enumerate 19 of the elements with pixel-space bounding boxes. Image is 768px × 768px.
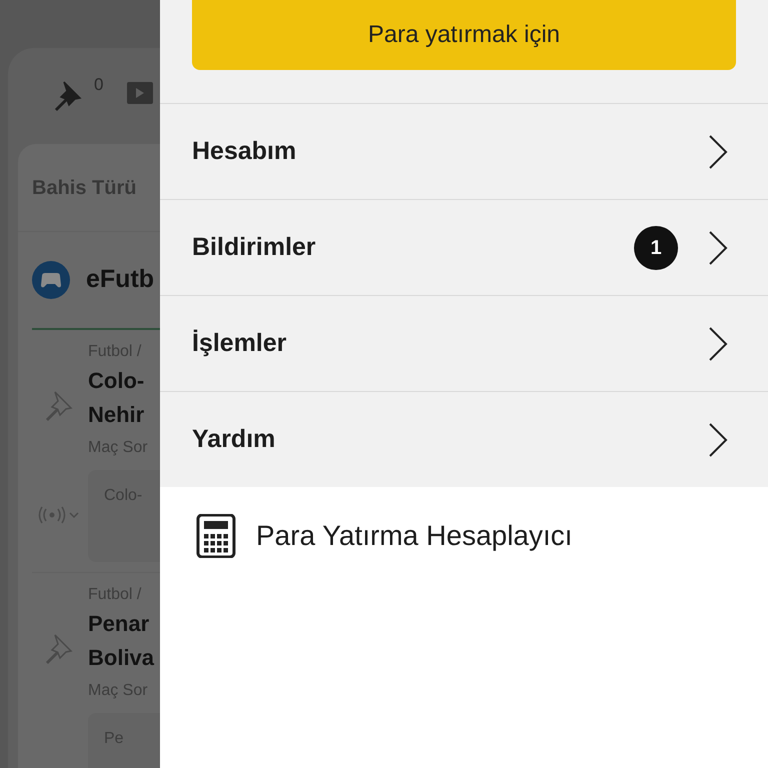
gamepad-icon	[32, 261, 70, 299]
chevron-right-icon	[708, 422, 728, 458]
team-name: Nehir	[88, 401, 144, 429]
chevron-right-icon	[708, 326, 728, 362]
chevron-right-icon	[708, 134, 728, 170]
menu-label: Yardım	[192, 424, 276, 455]
calculator-link[interactable]: Para Yatırma Hesaplayıcı	[256, 515, 572, 557]
chevron-right-icon	[708, 230, 728, 266]
calculator-icon[interactable]	[196, 514, 236, 558]
team-name: Colo-	[88, 367, 144, 395]
menu-label: İşlemler	[192, 328, 287, 359]
video-icon[interactable]	[127, 82, 154, 104]
category-title: eFutb	[86, 264, 154, 296]
team-name: Boliva	[88, 644, 154, 672]
team-name: Penar	[88, 610, 150, 638]
menu-label: Bildirimler	[192, 232, 316, 263]
menu-label: Hesabım	[192, 136, 296, 167]
deposit-button[interactable]: Para yatırmak için	[192, 0, 736, 70]
notification-badge: 1	[634, 226, 678, 270]
